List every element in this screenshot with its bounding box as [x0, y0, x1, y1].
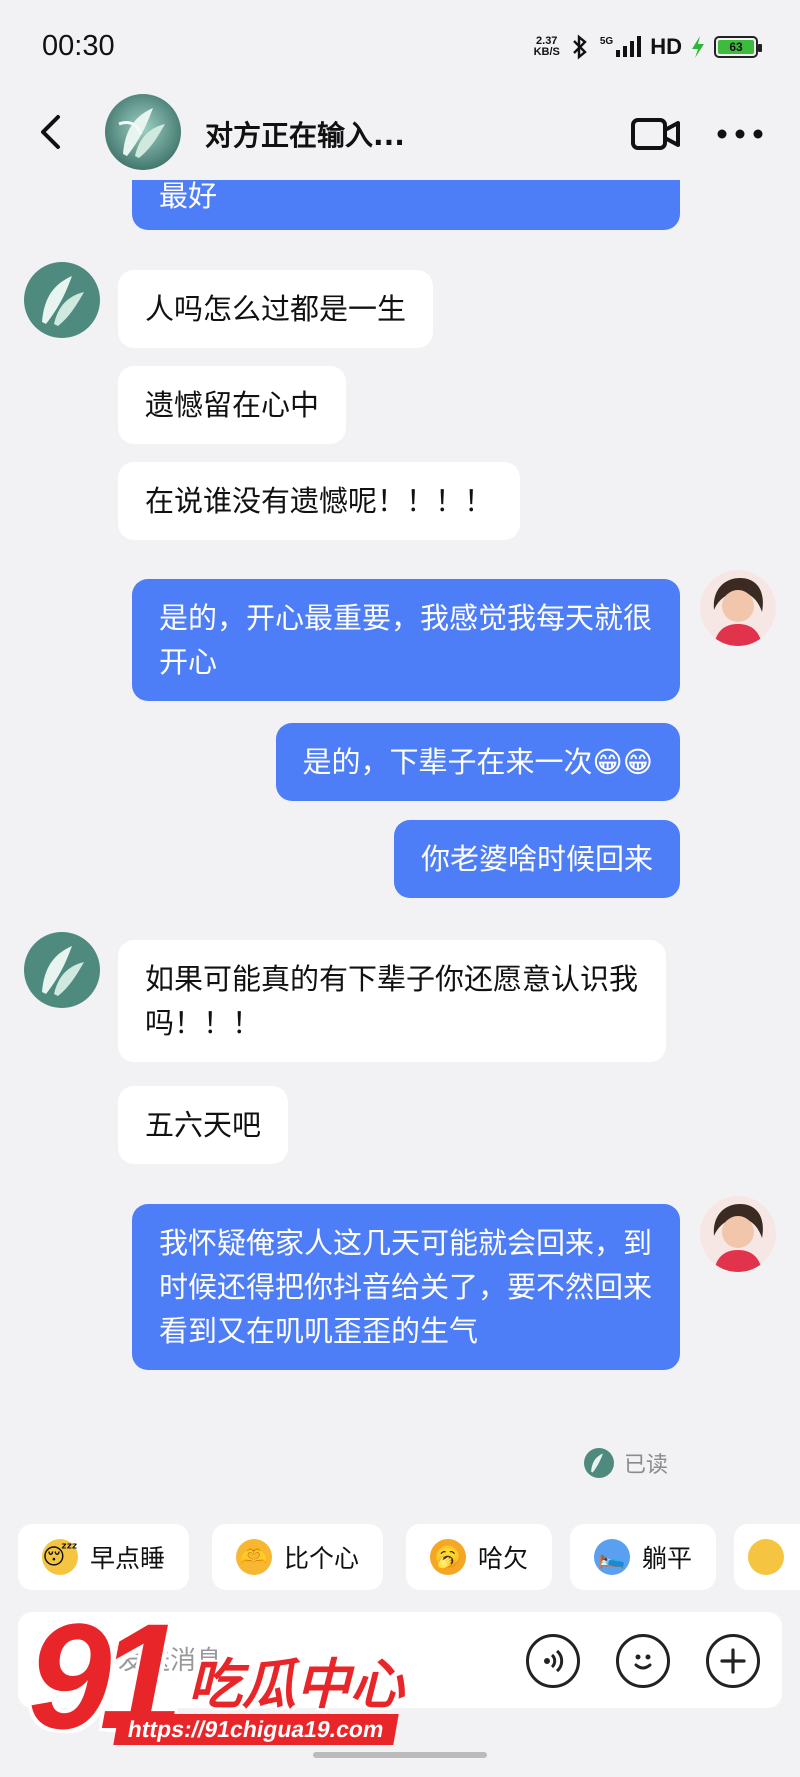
more-dots-icon: [717, 129, 763, 139]
contact-avatar[interactable]: [24, 262, 100, 338]
message-text: 最好: [159, 179, 218, 213]
voice-button[interactable]: [526, 1634, 580, 1688]
signal-icon: [616, 36, 642, 57]
message-text: 是的，下辈子在来一次😁😁: [302, 745, 653, 779]
net-speed: 2.37 KB/S: [534, 36, 560, 58]
sleepy-face-icon: 😴: [42, 1539, 78, 1575]
battery-icon: 63: [714, 36, 762, 58]
message-text: 如果可能真的有下辈子你还愿意认识我吗！！！: [145, 962, 639, 1040]
charging-icon: [692, 36, 704, 58]
my-avatar[interactable]: [700, 570, 776, 646]
message-bubble-incoming[interactable]: 在说谁没有遗憾呢！！！！: [118, 462, 521, 540]
signal-indicator: 5G: [599, 36, 642, 58]
lying-flat-icon: 🛌: [594, 1539, 630, 1575]
read-avatar: [584, 1448, 614, 1478]
leaf-avatar-icon: [584, 1448, 614, 1478]
message-bubble-incoming[interactable]: 人吗怎么过都是一生: [118, 270, 434, 348]
leaf-avatar-icon: [105, 94, 181, 170]
emoji-button[interactable]: [616, 1634, 670, 1688]
status-bar: 00:30 2.37 KB/S 5G HD 63: [0, 0, 800, 92]
hd-indicator: HD: [650, 34, 682, 59]
quick-reply-bar: 😴 早点睡 🫶 比个心 🥱 哈欠 🛌 躺平: [0, 1524, 800, 1592]
bluetooth-icon: [573, 34, 587, 60]
status-icons: 2.37 KB/S 5G HD 63: [534, 32, 762, 62]
add-button[interactable]: [706, 1634, 760, 1688]
video-camera-icon: [631, 118, 680, 150]
quick-reply-chip[interactable]: 😴 早点睡: [18, 1524, 190, 1590]
quick-reply-label: 躺平: [642, 1544, 693, 1573]
read-status: 已读: [624, 1453, 669, 1478]
quick-reply-label: 比个心: [284, 1544, 360, 1573]
message-text: 五六天吧: [145, 1108, 262, 1142]
watermark-url: https://91chigua19.com: [113, 1714, 399, 1745]
quick-reply-label: 哈欠: [478, 1544, 529, 1573]
quick-reply-chip-partial[interactable]: [734, 1524, 800, 1590]
message-text: 遗憾留在心中: [145, 388, 320, 422]
message-bubble-outgoing[interactable]: 你老婆啥时候回来: [393, 820, 680, 898]
status-time: 00:30: [42, 30, 115, 62]
girl-avatar-icon: [700, 570, 776, 646]
quick-reply-chip[interactable]: 🛌 躺平: [570, 1524, 717, 1590]
typing-status-title: 对方正在输入...: [205, 119, 405, 152]
message-bubble-incoming[interactable]: 遗憾留在心中: [118, 366, 347, 444]
back-button[interactable]: [30, 110, 70, 154]
contact-avatar[interactable]: [105, 94, 181, 170]
message-bubble-outgoing[interactable]: 我怀疑俺家人这几天可能就会回来，到时候还得把你抖音给关了，要不然回来看到又在叽叽…: [132, 1204, 680, 1370]
network-type: 5G: [599, 36, 614, 47]
battery-level: 63: [718, 40, 754, 54]
site-watermark: 91 吃瓜中心 https://91chigua19.com: [20, 1592, 460, 1768]
yawn-face-icon: 🥱: [430, 1539, 466, 1575]
leaf-avatar-icon: [24, 262, 100, 338]
quick-reply-chip[interactable]: 🫶 比个心: [212, 1524, 384, 1590]
message-bubble-incoming[interactable]: 如果可能真的有下辈子你还愿意认识我吗！！！: [118, 940, 666, 1062]
plus-icon: [720, 1648, 746, 1674]
contact-avatar[interactable]: [24, 932, 100, 1008]
message-text: 人吗怎么过都是一生: [145, 292, 407, 326]
message-bubble-outgoing[interactable]: 是的，开心最重要，我感觉我每天就很开心: [132, 579, 680, 701]
quick-reply-chip[interactable]: 🥱 哈欠: [406, 1524, 553, 1590]
smiley-icon: [634, 1654, 652, 1670]
emoji-icon: [748, 1539, 784, 1575]
leaf-avatar-icon: [24, 932, 100, 1008]
video-call-button[interactable]: [630, 114, 682, 154]
quick-reply-label: 早点睡: [90, 1544, 166, 1573]
chevron-left-icon: [41, 115, 60, 149]
more-options-button[interactable]: [715, 114, 765, 154]
voice-icon: [544, 1649, 564, 1673]
net-speed-unit: KB/S: [533, 46, 560, 58]
my-avatar[interactable]: [700, 1196, 776, 1272]
watermark-brand: 吃瓜中心: [188, 1653, 404, 1716]
message-text: 我怀疑俺家人这几天可能就会回来，到时候还得把你抖音给关了，要不然回来看到又在叽叽…: [159, 1226, 653, 1348]
read-receipt: 已读: [584, 1447, 668, 1479]
message-text: 是的，开心最重要，我感觉我每天就很开心: [159, 601, 653, 679]
chat-header: 对方正在输入...: [0, 92, 800, 180]
message-text: 你老婆啥时候回来: [420, 842, 653, 876]
message-text: 在说谁没有遗憾呢！！！！: [145, 484, 494, 518]
heart-hands-icon: 🫶: [236, 1539, 272, 1575]
message-bubble-outgoing[interactable]: 是的，下辈子在来一次😁😁: [275, 723, 680, 801]
message-bubble-incoming[interactable]: 五六天吧: [118, 1086, 289, 1164]
girl-avatar-icon: [700, 1196, 776, 1272]
